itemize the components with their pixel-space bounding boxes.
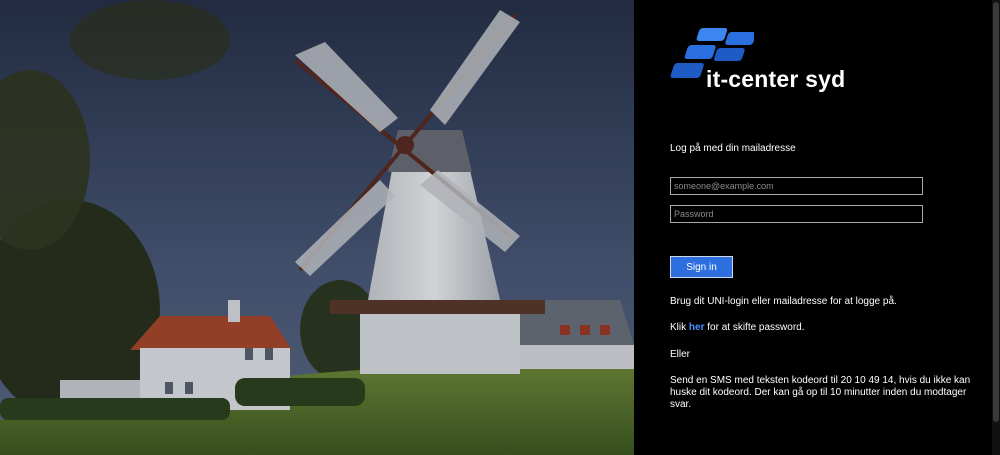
panel-scrollbar[interactable] (992, 0, 1000, 455)
password-reset-prefix: Klik (670, 322, 689, 333)
signin-heading: Log på med din mailadresse (670, 143, 796, 154)
or-separator-text: Eller (670, 349, 691, 360)
panel-scrollbar-thumb[interactable] (993, 2, 999, 422)
password-reset-suffix: for at skifte password. (704, 322, 805, 333)
signin-panel: it-center syd Log på med din mailadresse… (634, 0, 1000, 455)
password-reset-link[interactable]: her (689, 322, 705, 333)
brand-name: it-center syd (706, 66, 846, 92)
background-illustration (0, 0, 634, 455)
sms-info-text: Send en SMS med teksten kodeord til 20 1… (670, 375, 971, 410)
brand-logo: it-center syd (670, 28, 870, 98)
email-input[interactable] (670, 177, 923, 195)
unilogin-info-text: Brug dit UNI-login eller mailadresse for… (670, 296, 897, 307)
windmill-landscape-image (0, 0, 634, 455)
login-page: it-center syd Log på med din mailadresse… (0, 0, 1000, 455)
password-reset-text: Klik her for at skifte password. (670, 322, 980, 334)
sign-in-button[interactable]: Sign in (670, 256, 733, 278)
password-input[interactable] (670, 205, 923, 223)
